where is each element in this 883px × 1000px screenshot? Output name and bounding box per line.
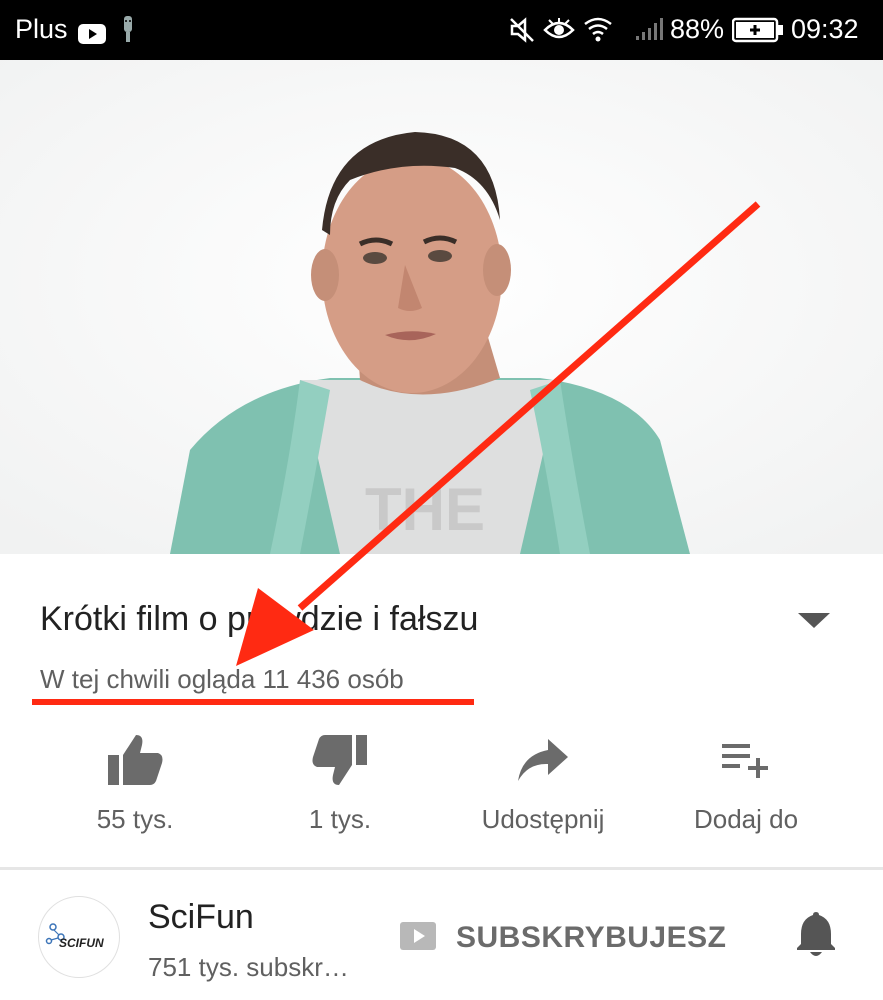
- share-icon: [453, 730, 633, 790]
- like-icon: [45, 730, 225, 790]
- svg-text:THE: THE: [365, 476, 485, 543]
- share-button[interactable]: Udostępnij: [453, 730, 633, 835]
- video-frame: THE: [0, 60, 883, 554]
- like-count: 55 tys.: [96, 804, 174, 834]
- channel-name[interactable]: SciFun: [148, 898, 254, 937]
- add-to-playlist-button[interactable]: Dodaj do: [656, 730, 836, 835]
- signal-icon: [634, 14, 668, 49]
- subscribed-label: SUBSKRYBUJESZ: [456, 921, 727, 954]
- dislike-button[interactable]: 1 tys.: [250, 730, 430, 835]
- scifun-logo: SCIFUN: [45, 923, 104, 950]
- clock: 09:32: [791, 14, 859, 44]
- usb-debug-icon: [120, 14, 136, 51]
- subscriber-count: 751 tys. subskr…: [148, 952, 349, 982]
- battery-percentage: 88%: [670, 14, 725, 44]
- live-viewers-count: W tej chwili ogląda 11 436 osób: [40, 664, 404, 694]
- carrier-name: Plus: [15, 14, 68, 44]
- eye-icon: [543, 18, 575, 49]
- subscribed-button[interactable]: SUBSKRYBUJESZ: [400, 920, 726, 956]
- logo-text: SCIFUN: [59, 936, 104, 950]
- add-to-label: Dodaj do: [693, 804, 799, 834]
- annotation-underline: [32, 699, 474, 705]
- add-to-playlist-icon: [656, 730, 836, 790]
- wifi-icon: [583, 14, 613, 51]
- video-player[interactable]: THE: [0, 60, 883, 554]
- dislike-icon: [250, 730, 430, 790]
- video-title: Krótki film o prawdzie i fałszu: [40, 600, 479, 638]
- mute-icon: [508, 16, 536, 51]
- youtube-icon: [78, 20, 106, 51]
- battery-icon: [731, 17, 784, 50]
- channel-avatar[interactable]: SCIFUN: [38, 896, 120, 978]
- like-button[interactable]: 55 tys.: [45, 730, 225, 835]
- share-label: Udostępnij: [481, 804, 605, 834]
- status-bar: Plus 88% 09:32: [0, 0, 883, 60]
- action-bar: 55 tys. 1 tys. Udostępnij Dodaj do: [0, 730, 883, 850]
- notification-bell-icon[interactable]: [795, 910, 837, 963]
- youtube-icon: [400, 921, 436, 955]
- channel-row: SCIFUN SciFun 751 tys. subskr… SUBSKRYBU…: [0, 870, 883, 1000]
- dislike-count: 1 tys.: [308, 804, 372, 834]
- expand-description-icon[interactable]: [796, 610, 832, 635]
